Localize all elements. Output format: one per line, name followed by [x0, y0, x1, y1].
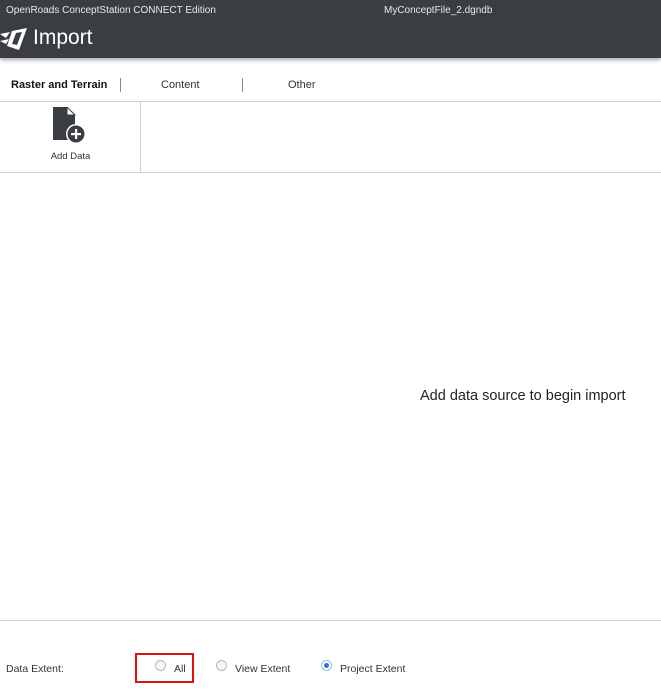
- page-title: Import: [33, 26, 93, 49]
- highlight-box: [135, 653, 194, 683]
- tab-content[interactable]: Content: [161, 79, 200, 91]
- tab-bar: Raster and Terrain Content Other: [0, 58, 661, 102]
- radio-view-extent-label: View Extent: [235, 663, 291, 675]
- file-add-icon: [53, 107, 86, 144]
- file-name: MyConceptFile_2.dgndb: [384, 5, 493, 16]
- radio-project-extent-label: Project Extent: [340, 663, 406, 675]
- title-bar: OpenRoads ConceptStation CONNECT Edition…: [0, 0, 661, 58]
- tab-separator: [242, 78, 243, 92]
- tab-raster-and-terrain[interactable]: Raster and Terrain: [11, 79, 107, 91]
- data-extent-label: Data Extent:: [6, 663, 64, 675]
- add-data-label: Add Data: [50, 151, 91, 162]
- import-content-area: Add data source to begin import: [0, 173, 661, 621]
- data-extent-bar: Data Extent: All View Extent Project Ext…: [0, 622, 661, 699]
- radio-view-extent-circle[interactable]: [216, 660, 227, 671]
- ribbon: Add Data: [0, 102, 661, 173]
- empty-state-message: Add data source to begin import: [420, 388, 626, 404]
- tab-separator: [120, 78, 121, 92]
- add-data-button[interactable]: Add Data: [0, 102, 141, 172]
- tab-other[interactable]: Other: [288, 79, 316, 91]
- app-name: OpenRoads ConceptStation CONNECT Edition: [6, 5, 216, 16]
- road-logo-icon: [0, 28, 27, 50]
- radio-project-extent-circle[interactable]: [321, 660, 332, 671]
